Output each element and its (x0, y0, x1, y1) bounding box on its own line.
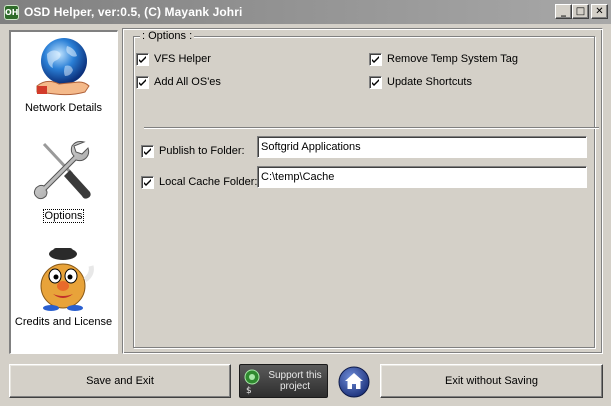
sidebar: Network Details Options Credits and Lice… (9, 30, 118, 354)
checkbox-label: VFS Helper (154, 53, 211, 65)
checkbox-label: Update Shortcuts (387, 76, 472, 88)
add-all-oses-checkbox[interactable]: Add All OS'es (136, 75, 221, 89)
check-icon (139, 55, 146, 63)
checkbox-box[interactable] (369, 75, 382, 89)
app-icon: OH (4, 4, 19, 20)
sidebar-item-label: Credits and License (14, 316, 113, 328)
minimize-button[interactable]: _ (555, 4, 572, 19)
exit-without-saving-button[interactable]: Exit without Saving (380, 364, 603, 398)
donate-icon: $ (244, 369, 260, 395)
check-icon (144, 178, 151, 186)
cache-folder-input[interactable] (257, 166, 587, 188)
check-icon (372, 55, 379, 63)
checkbox-box[interactable] (369, 52, 382, 66)
checkbox-box[interactable] (141, 175, 154, 189)
save-and-exit-button[interactable]: Save and Exit (9, 364, 231, 398)
home-button[interactable] (338, 366, 370, 398)
options-panel: : Options : VFS Helper Remove Temp Syste… (122, 28, 603, 354)
support-project-button[interactable]: $ Support this project (239, 364, 328, 398)
maximize-button[interactable]: □ (572, 4, 589, 19)
title-bar[interactable]: OH OSD Helper, ver:0.5, (C) Mayank Johri… (0, 0, 611, 24)
potato-head-icon (40, 248, 94, 311)
home-icon (338, 366, 370, 398)
check-icon (144, 147, 151, 155)
options-groupbox: : Options : VFS Helper Remove Temp Syste… (133, 30, 599, 348)
update-shortcuts-checkbox[interactable]: Update Shortcuts (369, 75, 472, 89)
publish-to-folder-checkbox[interactable]: Publish to Folder: (141, 144, 245, 158)
checkbox-label: Remove Temp System Tag (387, 53, 519, 65)
checkbox-box[interactable] (141, 144, 154, 158)
sidebar-item-options[interactable]: Options (11, 136, 116, 228)
globe-hand-icon (36, 38, 90, 96)
sidebar-item-label-text: Options (42, 209, 85, 223)
local-cache-folder-checkbox[interactable]: Local Cache Folder: (141, 175, 257, 189)
check-icon (139, 78, 146, 86)
remove-temp-system-tag-checkbox[interactable]: Remove Temp System Tag (369, 52, 518, 66)
sidebar-item-label: Options (11, 209, 116, 223)
close-button[interactable]: ✕ (591, 4, 608, 19)
options-separator (144, 127, 599, 129)
checkbox-box[interactable] (136, 52, 149, 66)
sidebar-item-label: Network Details (24, 102, 103, 114)
sidebar-item-credits-license[interactable]: Credits and License (11, 244, 116, 338)
publish-folder-input[interactable] (257, 136, 587, 158)
check-icon (372, 78, 379, 86)
window-controls: _ □ ✕ (555, 4, 608, 19)
wrench-screwdriver-icon (33, 141, 91, 200)
checkbox-label: Add All OS'es (154, 76, 221, 88)
checkbox-label: Publish to Folder: (159, 145, 245, 157)
checkbox-label: Local Cache Folder: (159, 176, 258, 188)
options-groupbox-title: : Options : (140, 30, 195, 42)
checkbox-box[interactable] (136, 75, 149, 89)
window-title: OSD Helper, ver:0.5, (C) Mayank Johri (24, 5, 243, 19)
support-button-label: Support this project (268, 370, 322, 392)
vfs-helper-checkbox[interactable]: VFS Helper (136, 52, 211, 66)
svg-text:$: $ (246, 386, 252, 395)
sidebar-item-network-details[interactable]: Network Details (11, 36, 116, 120)
